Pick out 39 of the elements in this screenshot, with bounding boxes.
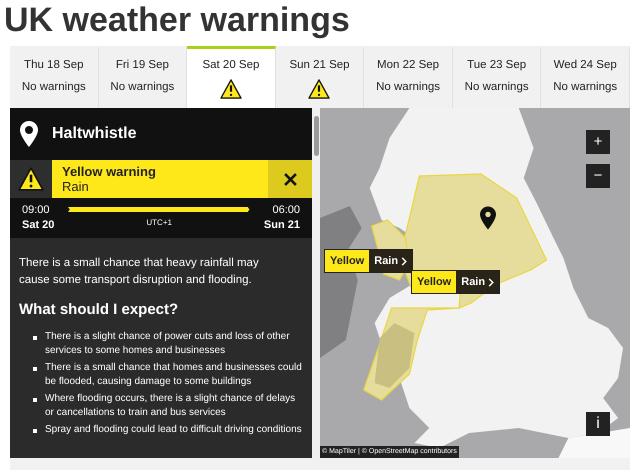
start-time: 09:00	[22, 203, 50, 218]
expectation-item: Where flooding occurs, there is a slight chance of delays or cancellations to train and bus services	[45, 392, 296, 420]
day-tab[interactable]: Mon 22 Sep No warnings	[364, 46, 453, 108]
warning-label[interactable]: Yellow Rain	[324, 249, 414, 273]
day-tab[interactable]: Wed 24 Sep No warnings	[541, 46, 630, 108]
warning-icon	[308, 79, 330, 100]
day-tab[interactable]: Fri 19 Sep No warnings	[98, 46, 188, 108]
day-tab[interactable]: Thu 18 Sep No warnings	[10, 46, 99, 108]
location-pin-icon	[20, 121, 38, 147]
expectation-item: Spray and flooding could lead to difficult driving conditions	[45, 422, 302, 436]
warning-banner: Yellow warning Rain	[52, 160, 268, 198]
end-time: 06:00	[272, 203, 300, 218]
bullet-icon	[33, 336, 37, 340]
timezone-label: UTC+1	[146, 217, 172, 229]
zoom-out-button[interactable]: −	[586, 164, 610, 188]
warning-summary: There is a small chance that heavy rainfall may cause some transport disruption and flooding.	[19, 256, 260, 288]
warning-icon	[18, 167, 44, 191]
close-button[interactable]	[268, 160, 312, 198]
bullet-icon	[33, 428, 37, 432]
end-day: Sun 21	[264, 218, 300, 233]
bullet-icon	[33, 398, 37, 402]
info-button[interactable]: i	[586, 412, 610, 436]
bullet-icon	[33, 366, 37, 370]
expectation-item: There is a small chance that homes and businesses could be flooded, causing damage to some buildings	[45, 360, 303, 388]
close-icon	[284, 172, 296, 186]
section-heading: What should I expect?	[19, 300, 180, 320]
warning-label[interactable]: Yellow Rain	[411, 270, 500, 294]
zoom-in-button[interactable]: +	[586, 130, 610, 154]
start-day: Sat 20	[22, 218, 54, 233]
page-title: UK weather warnings	[3, 0, 351, 41]
chevron-icon	[401, 256, 408, 266]
day-tab[interactable]: Sun 21 Sep	[276, 46, 364, 108]
location-pin-icon	[480, 205, 496, 231]
location-name: Haltwhistle	[52, 124, 136, 144]
day-tab[interactable]: Tue 23 Sep No warnings	[452, 46, 542, 108]
chevron-icon	[488, 278, 494, 286]
warning-icon	[220, 79, 242, 100]
day-tab[interactable]: Sat 20 Sep	[187, 46, 276, 108]
expectation-item: There is a slight chance of power cuts and loss of other services to some homes and businesses	[45, 330, 291, 358]
